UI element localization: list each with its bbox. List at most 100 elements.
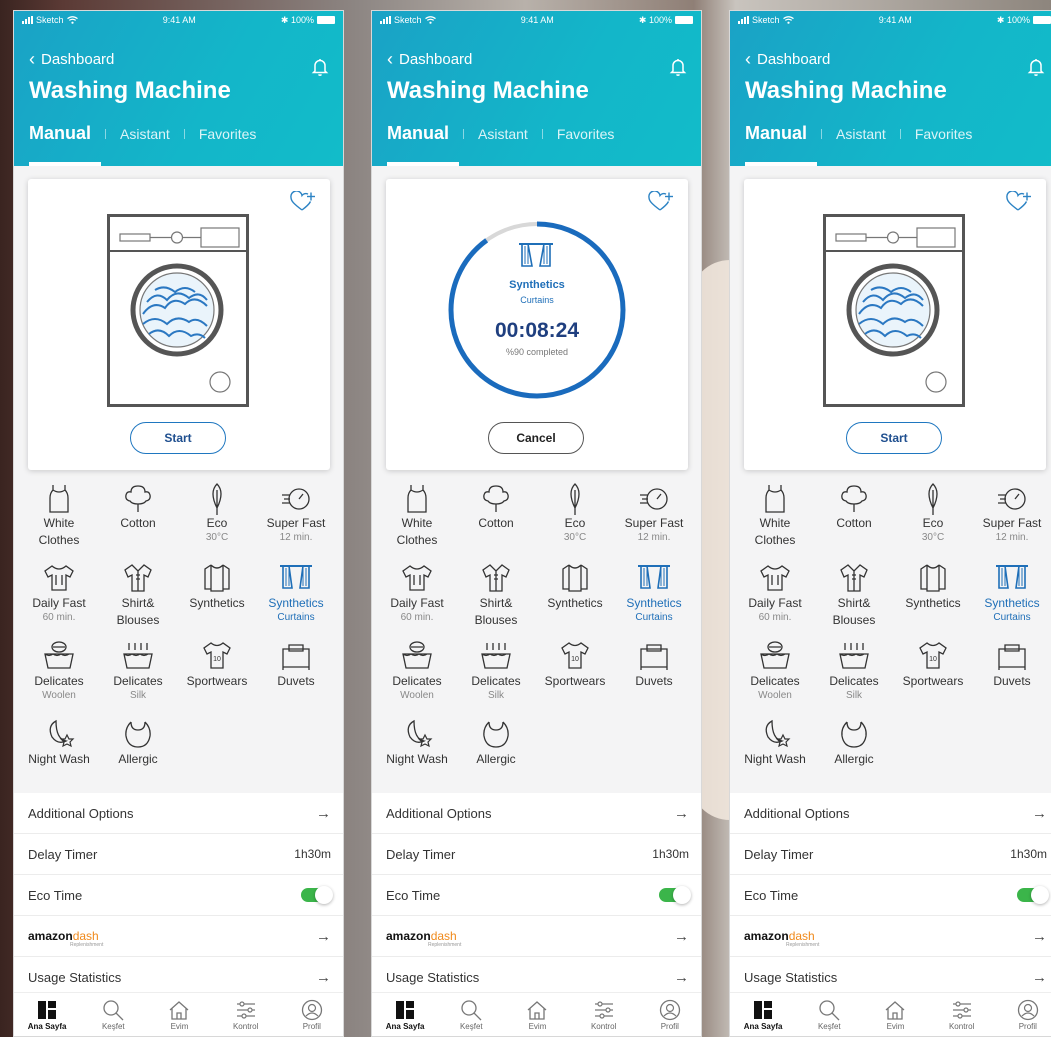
program-item[interactable]: Night Wash bbox=[377, 717, 457, 768]
program-item[interactable]: Duvets bbox=[972, 639, 1051, 690]
eco-time-toggle[interactable] bbox=[301, 886, 333, 904]
tab-favorites[interactable]: Favorites bbox=[199, 126, 257, 142]
tab-manual[interactable]: Manual bbox=[29, 123, 91, 144]
nav-item-profile[interactable]: Profil bbox=[998, 999, 1051, 1031]
program-item[interactable]: Super Fast 12 min. bbox=[614, 481, 694, 544]
program-item[interactable]: Duvets bbox=[256, 639, 336, 690]
bell-icon[interactable] bbox=[311, 57, 329, 77]
back-button[interactable]: ‹ Dashboard bbox=[29, 50, 114, 69]
program-item[interactable]: Shirt& Blouses bbox=[814, 561, 894, 629]
program-item[interactable]: Night Wash bbox=[19, 717, 99, 768]
amazon-dash-logo: amazondash Replenishment bbox=[28, 929, 103, 948]
program-item[interactable]: Eco 30°C bbox=[893, 481, 973, 544]
program-item[interactable]: Duvets bbox=[614, 639, 694, 690]
nav-item-house[interactable]: Evim bbox=[507, 999, 567, 1031]
program-name-line2: Clothes bbox=[396, 533, 438, 547]
nav-item-sliders[interactable]: Kontrol bbox=[932, 999, 992, 1031]
delay-timer-row[interactable]: Delay Timer 1h30m bbox=[372, 834, 701, 875]
program-item[interactable]: 10 Sportwears bbox=[535, 639, 615, 690]
delay-timer-row[interactable]: Delay Timer 1h30m bbox=[14, 834, 343, 875]
program-item[interactable]: Night Wash bbox=[735, 717, 815, 768]
eco-time-toggle[interactable] bbox=[1017, 886, 1049, 904]
program-item[interactable]: Shirt& Blouses bbox=[98, 561, 178, 629]
program-item[interactable]: Eco 30°C bbox=[177, 481, 257, 544]
bluetooth-icon: ✱ bbox=[996, 14, 1005, 25]
program-item[interactable]: Delicates Woolen bbox=[377, 639, 457, 702]
additional-options-label: Additional Options bbox=[386, 805, 492, 821]
program-item[interactable]: Delicates Silk bbox=[456, 639, 536, 702]
amazon-dash-row[interactable]: amazondash Replenishment → bbox=[372, 916, 701, 957]
program-item[interactable]: Synthetics bbox=[893, 561, 973, 612]
tab-favorites[interactable]: Favorites bbox=[915, 126, 973, 142]
program-item[interactable]: Allergic bbox=[98, 717, 178, 768]
jersey-icon: 10 bbox=[203, 642, 231, 669]
nav-item-home-grid[interactable]: Ana Sayfa bbox=[375, 999, 435, 1031]
nav-item-sliders[interactable]: Kontrol bbox=[574, 999, 634, 1031]
program-item[interactable]: Synthetics Curtains bbox=[614, 561, 694, 624]
tab-favorites[interactable]: Favorites bbox=[557, 126, 615, 142]
favorite-add-icon[interactable] bbox=[1006, 191, 1032, 213]
nav-item-profile[interactable]: Profil bbox=[282, 999, 342, 1031]
additional-options-row[interactable]: Additional Options → bbox=[372, 793, 701, 834]
program-item[interactable]: Delicates Silk bbox=[814, 639, 894, 702]
back-button[interactable]: ‹ Dashboard bbox=[387, 50, 472, 69]
start-button[interactable]: Start bbox=[130, 422, 226, 454]
favorite-add-icon[interactable] bbox=[290, 191, 316, 213]
tab-asistant[interactable]: Asistant bbox=[120, 126, 170, 142]
nav-item-house[interactable]: Evim bbox=[149, 999, 209, 1031]
program-item[interactable]: Allergic bbox=[456, 717, 536, 768]
washing-machine-illustration bbox=[107, 214, 249, 407]
program-item[interactable]: Cotton bbox=[814, 481, 894, 532]
program-item[interactable]: Eco 30°C bbox=[535, 481, 615, 544]
program-item[interactable]: Daily Fast 60 min. bbox=[377, 561, 457, 624]
program-item[interactable]: Shirt& Blouses bbox=[456, 561, 536, 629]
nav-item-house[interactable]: Evim bbox=[865, 999, 925, 1031]
program-item[interactable]: Delicates Woolen bbox=[735, 639, 815, 702]
bell-icon[interactable] bbox=[1027, 57, 1045, 77]
program-item[interactable]: Delicates Woolen bbox=[19, 639, 99, 702]
program-item[interactable]: Super Fast 12 min. bbox=[972, 481, 1051, 544]
program-item[interactable]: Daily Fast 60 min. bbox=[19, 561, 99, 624]
program-item[interactable]: Delicates Silk bbox=[98, 639, 178, 702]
nav-item-search[interactable]: Keşfet bbox=[83, 999, 143, 1031]
nav-item-sliders[interactable]: Kontrol bbox=[216, 999, 276, 1031]
tab-manual[interactable]: Manual bbox=[387, 123, 449, 144]
bell-icon[interactable] bbox=[669, 57, 687, 77]
nav-item-home-grid[interactable]: Ana Sayfa bbox=[733, 999, 793, 1031]
program-item[interactable]: Synthetics bbox=[535, 561, 615, 612]
cancel-button[interactable]: Cancel bbox=[488, 422, 584, 454]
program-item[interactable]: 10 Sportwears bbox=[177, 639, 257, 690]
tab-asistant[interactable]: Asistant bbox=[478, 126, 528, 142]
program-item[interactable]: Synthetics bbox=[177, 561, 257, 612]
program-item[interactable]: Cotton bbox=[98, 481, 178, 532]
eco-time-toggle[interactable] bbox=[659, 886, 691, 904]
amazon-dash-row[interactable]: amazondash Replenishment → bbox=[730, 916, 1051, 957]
nav-item-profile[interactable]: Profil bbox=[640, 999, 700, 1031]
program-item[interactable]: White Clothes bbox=[377, 481, 457, 549]
program-name: Delicates bbox=[750, 674, 800, 688]
program-detail: Silk bbox=[129, 690, 147, 701]
program-item[interactable]: Daily Fast 60 min. bbox=[735, 561, 815, 624]
additional-options-row[interactable]: Additional Options → bbox=[730, 793, 1051, 834]
program-item[interactable]: 10 Sportwears bbox=[893, 639, 973, 690]
nav-item-search[interactable]: Keşfet bbox=[441, 999, 501, 1031]
tab-manual[interactable]: Manual bbox=[745, 123, 807, 144]
program-item[interactable]: Cotton bbox=[456, 481, 536, 532]
nav-item-home-grid[interactable]: Ana Sayfa bbox=[17, 999, 77, 1031]
program-item[interactable]: Allergic bbox=[814, 717, 894, 768]
tab-asistant[interactable]: Asistant bbox=[836, 126, 886, 142]
nav-item-search[interactable]: Keşfet bbox=[799, 999, 859, 1031]
program-item[interactable]: White Clothes bbox=[19, 481, 99, 549]
delay-timer-row[interactable]: Delay Timer 1h30m bbox=[730, 834, 1051, 875]
program-item[interactable]: Synthetics Curtains bbox=[256, 561, 336, 624]
additional-options-row[interactable]: Additional Options → bbox=[14, 793, 343, 834]
amazon-dash-row[interactable]: amazondash Replenishment → bbox=[14, 916, 343, 957]
page-title: Washing Machine bbox=[745, 77, 947, 104]
battery-indicator: ✱ 100% bbox=[997, 15, 1051, 26]
start-button[interactable]: Start bbox=[846, 422, 942, 454]
favorite-add-icon[interactable] bbox=[648, 191, 674, 213]
program-item[interactable]: Super Fast 12 min. bbox=[256, 481, 336, 544]
program-item[interactable]: Synthetics Curtains bbox=[972, 561, 1051, 624]
program-item[interactable]: White Clothes bbox=[735, 481, 815, 549]
back-button[interactable]: ‹ Dashboard bbox=[745, 50, 830, 69]
